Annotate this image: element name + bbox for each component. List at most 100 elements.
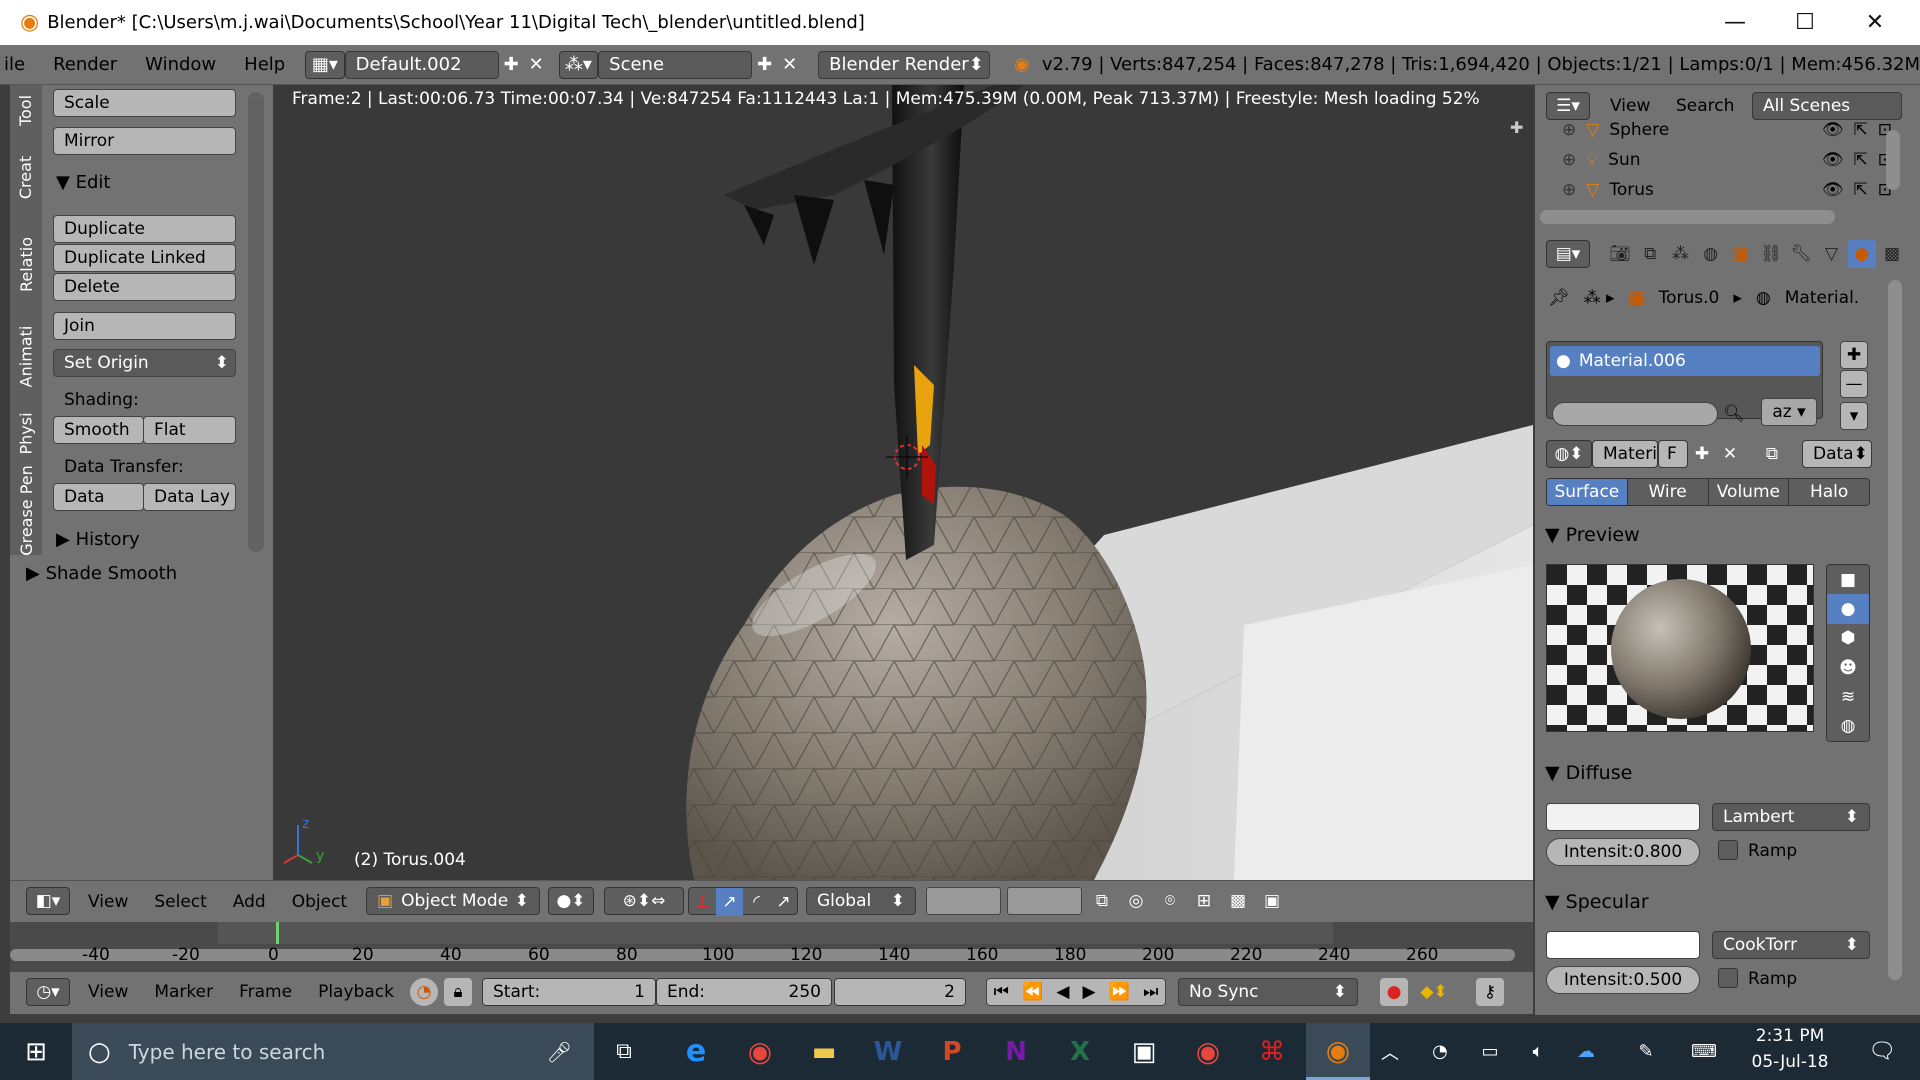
specular-color-swatch[interactable]: [1546, 931, 1700, 959]
onenote-icon[interactable]: N: [984, 1023, 1048, 1080]
add-slot-icon[interactable]: ✚: [1840, 341, 1868, 369]
viewport-shading-icon[interactable]: ●⬍: [548, 887, 594, 915]
constraints-tab-icon[interactable]: ⛓︎: [1757, 240, 1785, 268]
battery-icon[interactable]: ▭: [1470, 1023, 1510, 1080]
visibility-icon[interactable]: 👁︎: [1822, 120, 1844, 140]
preview-hair-icon[interactable]: ≋: [1827, 682, 1869, 712]
tab-tool[interactable]: Tool: [10, 85, 42, 135]
properties-editor-icon[interactable]: ▤▾: [1546, 240, 1590, 268]
menu-window[interactable]: Window: [131, 54, 230, 75]
outliner-display-mode[interactable]: All Scenes: [1752, 92, 1902, 120]
snap-icon[interactable]: ⌾: [1156, 887, 1184, 915]
outliner-item[interactable]: ⊕ ▽ Torus 👁︎ ⇱ ⊡: [1562, 180, 1892, 200]
menu-help[interactable]: Help: [230, 54, 299, 75]
expand-icon[interactable]: ⊕: [1562, 180, 1576, 200]
end-frame-field[interactable]: End: 250: [656, 978, 832, 1006]
current-frame-marker[interactable]: [276, 922, 279, 944]
outliner-menu-search[interactable]: Search: [1676, 96, 1734, 116]
preview-plane-icon[interactable]: ■: [1827, 565, 1869, 595]
specular-shader-select[interactable]: CookTorr ⬍: [1712, 931, 1870, 959]
diffuse-color-swatch[interactable]: [1546, 803, 1700, 831]
preview-cube-icon[interactable]: ⬢: [1827, 623, 1869, 653]
scene-field[interactable]: Scene: [598, 50, 753, 79]
specular-intensity-slider[interactable]: Intensit: 0.500: [1546, 966, 1700, 994]
menu-select[interactable]: Select: [154, 892, 206, 912]
duplicate-linked-button[interactable]: Duplicate Linked: [53, 244, 236, 272]
taskbar-time[interactable]: 2:31 PM: [1740, 1026, 1840, 1046]
timeline-menu-marker[interactable]: Marker: [154, 982, 213, 1002]
jump-end-icon[interactable]: ⏭: [1143, 982, 1158, 1002]
outliner-item[interactable]: ⊕ ▽ Sphere 👁︎ ⇱ ⊡: [1562, 120, 1892, 140]
new-material-icon[interactable]: ✚: [1688, 440, 1716, 468]
material-slot-item[interactable]: ● Material.006: [1550, 346, 1820, 376]
tool-shelf-scrollbar[interactable]: [248, 92, 264, 552]
tab-create[interactable]: Creat: [10, 137, 42, 217]
current-frame-field[interactable]: 2: [834, 978, 966, 1006]
opengl-render-icon[interactable]: ▩: [1224, 887, 1252, 915]
tab-halo[interactable]: Halo: [1788, 479, 1869, 505]
slot-specials-icon[interactable]: ▾: [1840, 402, 1868, 430]
delete-button[interactable]: Delete: [53, 273, 236, 301]
action-center-icon[interactable]: 🗨︎: [1850, 1023, 1914, 1080]
start-frame-field[interactable]: Start: 1: [482, 978, 656, 1006]
editor-type-icon[interactable]: ◧▾: [26, 887, 70, 915]
menu-render[interactable]: Render: [39, 54, 131, 75]
duplicate-button[interactable]: Duplicate: [53, 215, 236, 243]
render-anim-icon[interactable]: ▣: [1258, 887, 1286, 915]
edge-icon[interactable]: e: [664, 1023, 728, 1080]
visibility-icon[interactable]: 👁︎: [1822, 150, 1844, 170]
orientation-select[interactable]: Global ⬍: [806, 887, 916, 915]
outliner-menu-view[interactable]: View: [1610, 96, 1650, 116]
material-tab-icon[interactable]: ●: [1847, 240, 1876, 268]
set-origin-dropdown[interactable]: Set Origin ⬍: [53, 349, 236, 377]
microphone-icon[interactable]: 🎤︎: [547, 1040, 572, 1064]
material-browse-icon[interactable]: ◍⬍: [1546, 440, 1592, 468]
prev-keyframe-icon[interactable]: ⏪: [1022, 982, 1043, 1002]
diffuse-panel-header[interactable]: ▼ Diffuse: [1545, 758, 1885, 788]
edit-panel-header[interactable]: ▼ Edit: [56, 172, 110, 193]
scene-icon[interactable]: ⁂▾: [558, 50, 599, 79]
link-data-select[interactable]: Data ⬍: [1802, 440, 1872, 468]
viewport-expand-icon[interactable]: ✚: [1510, 118, 1523, 137]
data-layers-button[interactable]: Data Lay: [143, 483, 236, 511]
tab-volume[interactable]: Volume: [1707, 479, 1789, 505]
timeline-menu-frame[interactable]: Frame: [239, 982, 292, 1002]
layers-tab-icon[interactable]: ⧉: [1636, 240, 1664, 268]
world-tab-icon[interactable]: ◍: [1697, 240, 1725, 268]
onedrive-icon[interactable]: ☁: [1566, 1023, 1606, 1080]
translate-icon[interactable]: ↗: [716, 888, 743, 916]
add-layout-icon[interactable]: ✚: [499, 51, 524, 79]
acrobat-icon[interactable]: ⌘: [1240, 1023, 1304, 1080]
tab-relations[interactable]: Relatio: [10, 219, 42, 309]
close-button[interactable]: ✕: [1840, 0, 1910, 45]
sort-alpha-icon[interactable]: az ▾: [1761, 398, 1817, 426]
file-explorer-icon[interactable]: ▬: [792, 1023, 856, 1080]
add-scene-icon[interactable]: ✚: [752, 51, 777, 79]
pivot-manipulator-icons[interactable]: ⊛⬍⇔: [604, 887, 684, 915]
menu-file[interactable]: ile: [0, 54, 39, 75]
scale-button[interactable]: Scale: [53, 89, 236, 117]
chrome-2-icon[interactable]: ◉: [1176, 1023, 1240, 1080]
taskbar-date[interactable]: 05-Jul-18: [1740, 1052, 1840, 1072]
mode-select[interactable]: ▣ Object Mode ⬍: [366, 887, 540, 915]
excel-icon[interactable]: X: [1048, 1023, 1112, 1080]
chrome-icon[interactable]: ◉: [728, 1023, 792, 1080]
menu-view[interactable]: View: [88, 892, 128, 912]
select-icon[interactable]: ⇱: [1854, 120, 1868, 140]
minimize-button[interactable]: —: [1700, 0, 1770, 45]
mirror-button[interactable]: Mirror: [53, 127, 236, 155]
render-tab-icon[interactable]: 📷︎: [1606, 240, 1634, 268]
history-panel-header[interactable]: ▶ History: [56, 529, 140, 550]
sync-select[interactable]: No Sync ⬍: [1178, 978, 1358, 1006]
pin-icon[interactable]: 📌︎: [1548, 288, 1570, 308]
copy-material-icon[interactable]: ⧉: [1758, 440, 1786, 468]
layer-buttons[interactable]: [926, 887, 1082, 915]
join-button[interactable]: Join: [53, 312, 236, 340]
rotate-icon[interactable]: ◜: [743, 888, 770, 916]
tab-grease-pencil[interactable]: Grease Pen: [10, 465, 42, 556]
flat-button[interactable]: Flat: [143, 416, 236, 444]
preview-monkey-icon[interactable]: ☻: [1827, 652, 1869, 683]
manipulator-toggle-icon[interactable]: ⊥: [689, 888, 716, 916]
tab-wire[interactable]: Wire: [1626, 479, 1708, 505]
volume-icon[interactable]: 🔈︎: [1518, 1023, 1558, 1080]
